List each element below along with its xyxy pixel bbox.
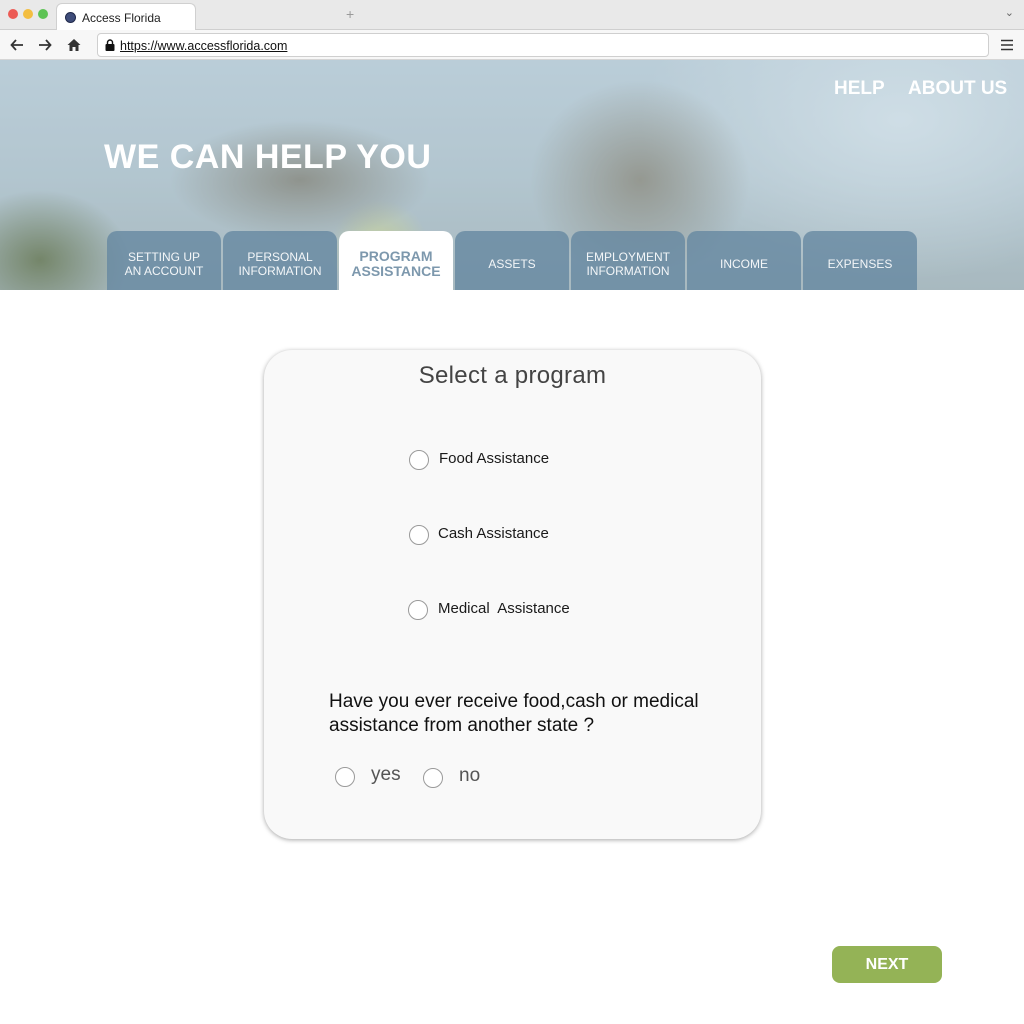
medical-assistance-radio[interactable]: [408, 600, 428, 620]
yes-radio[interactable]: [335, 767, 355, 787]
medical-assistance-label[interactable]: Medical Assistance: [438, 600, 570, 617]
tab-income[interactable]: INCOME: [687, 231, 801, 290]
tab-expenses[interactable]: EXPENSES: [803, 231, 917, 290]
tab-label: ASSETS: [488, 257, 535, 271]
tab-setting-up-account[interactable]: SETTING UP AN ACCOUNT: [107, 231, 221, 290]
tab-label-line1: INCOME: [720, 256, 768, 271]
hero-banner: WE CAN HELP YOU HELP ABOUT US SETTING UP…: [0, 60, 1024, 290]
tab-label-line2: INFORMATION: [586, 263, 670, 278]
arrow-right-icon: [39, 39, 52, 51]
tab-label: PERSONAL INFORMATION: [238, 250, 321, 278]
browser-menu-button[interactable]: [999, 37, 1015, 53]
tab-label: INCOME: [720, 257, 768, 271]
tab-label-line2: ASSISTANCE: [351, 262, 441, 279]
tab-label-line2: INFORMATION: [238, 263, 322, 278]
url-text: https://www.accessflorida.com: [120, 39, 288, 53]
forward-button[interactable]: [35, 35, 55, 55]
home-icon: [67, 39, 81, 51]
tab-label-line1: SETTING UP: [127, 249, 200, 264]
no-radio[interactable]: [423, 768, 443, 788]
tab-label: PROGRAM ASSISTANCE: [351, 247, 441, 279]
food-assistance-radio[interactable]: [409, 450, 429, 470]
about-us-link[interactable]: ABOUT US: [908, 78, 1007, 100]
site-favicon-icon: [65, 12, 76, 23]
browser-tab-bar: Access Florida + ⌄: [0, 0, 1024, 31]
new-tab-button[interactable]: +: [346, 6, 354, 22]
browser-tab[interactable]: Access Florida: [56, 3, 196, 31]
tab-program-assistance[interactable]: PROGRAM ASSISTANCE: [339, 231, 453, 290]
maximize-window-button[interactable]: [38, 9, 48, 19]
no-label[interactable]: no: [459, 765, 480, 787]
minimize-window-button[interactable]: [23, 9, 33, 19]
tab-label-line1: ASSETS: [488, 256, 536, 271]
cash-assistance-label[interactable]: Cash Assistance: [438, 525, 549, 542]
card-title: Select a program: [418, 362, 607, 389]
tab-label-line1: PROGRAM: [359, 247, 433, 264]
tab-label: EXPENSES: [828, 257, 893, 271]
browser-nav-bar: https://www.accessflorida.com: [0, 30, 1024, 60]
hamburger-menu-icon: [1001, 39, 1013, 51]
lock-icon: [105, 39, 115, 51]
arrow-left-icon: [10, 39, 23, 51]
hero-title: WE CAN HELP YOU: [104, 138, 432, 176]
tab-label-line1: EMPLOYMENT: [585, 249, 670, 264]
tab-employment-information[interactable]: EMPLOYMENT INFORMATION: [571, 231, 685, 290]
tab-list-chevron-icon[interactable]: ⌄: [1005, 6, 1014, 19]
address-bar[interactable]: https://www.accessflorida.com: [97, 33, 989, 57]
tab-personal-information[interactable]: PERSONAL INFORMATION: [223, 231, 337, 290]
tab-label: EMPLOYMENT INFORMATION: [586, 250, 670, 278]
cash-assistance-radio[interactable]: [409, 525, 429, 545]
food-assistance-label[interactable]: Food Assistance: [439, 450, 549, 467]
home-button[interactable]: [64, 35, 84, 55]
tab-assets[interactable]: ASSETS: [455, 231, 569, 290]
back-button[interactable]: [7, 35, 27, 55]
tab-label-line2: AN ACCOUNT: [124, 263, 204, 278]
tab-title: Access Florida: [82, 11, 161, 25]
close-window-button[interactable]: [8, 9, 18, 19]
other-state-question: Have you ever receive food,cash or medic…: [329, 691, 699, 736]
program-selection-card: Select a program Food Assistance Cash As…: [264, 350, 761, 839]
help-link[interactable]: HELP: [834, 78, 885, 100]
tab-label-line1: PERSONAL: [247, 249, 313, 264]
tab-label: SETTING UP AN ACCOUNT: [125, 250, 204, 278]
yes-label[interactable]: yes: [371, 764, 401, 786]
next-button[interactable]: NEXT: [832, 946, 942, 983]
tab-label-line1: EXPENSES: [827, 256, 893, 271]
